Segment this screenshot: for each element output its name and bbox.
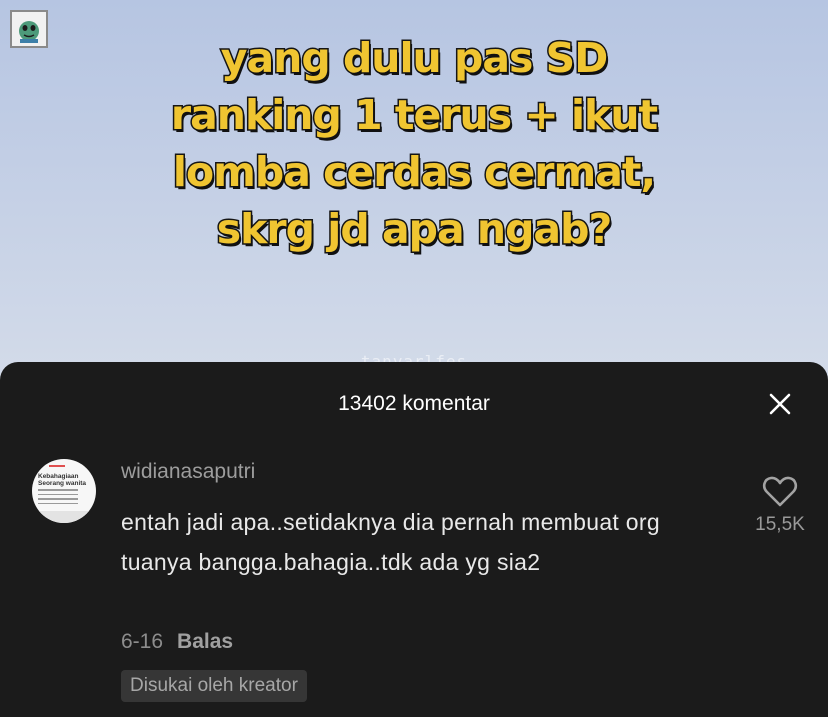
avatar[interactable]: Kebahagiaan Seorang wanita — [32, 459, 96, 523]
comment-meta: 6-16 Balas — [121, 630, 233, 654]
reply-button[interactable]: Balas — [177, 630, 233, 653]
caption-line: yang dulu pas SD — [219, 33, 610, 84]
like-button[interactable] — [760, 472, 800, 512]
comments-count-title: 13402 komentar — [338, 392, 490, 415]
caption-line: ranking 1 terus + ikut — [169, 90, 659, 141]
liked-by-creator-badge: Disukai oleh kreator — [121, 670, 307, 702]
avatar-text: Kebahagiaan Seorang wanita — [38, 473, 87, 487]
comments-sheet: 13402 komentar Kebahagiaan Seorang wanit… — [0, 362, 828, 717]
caption-line: lomba cerdas cermat, — [171, 147, 657, 198]
caption-line: skrg jd apa ngab? — [215, 204, 613, 255]
close-button[interactable] — [764, 388, 796, 420]
video-caption: yang dulu pas SD ranking 1 terus + ikut … — [0, 30, 828, 258]
comment-text: entah jadi apa..setidaknya dia pernah me… — [121, 509, 660, 575]
close-icon — [769, 393, 791, 415]
comment-username[interactable]: widianasaputri — [121, 460, 255, 484]
heart-outline-icon — [762, 476, 798, 507]
comment-date: 6-16 — [121, 630, 164, 653]
like-count: 15,5K — [755, 514, 805, 535]
